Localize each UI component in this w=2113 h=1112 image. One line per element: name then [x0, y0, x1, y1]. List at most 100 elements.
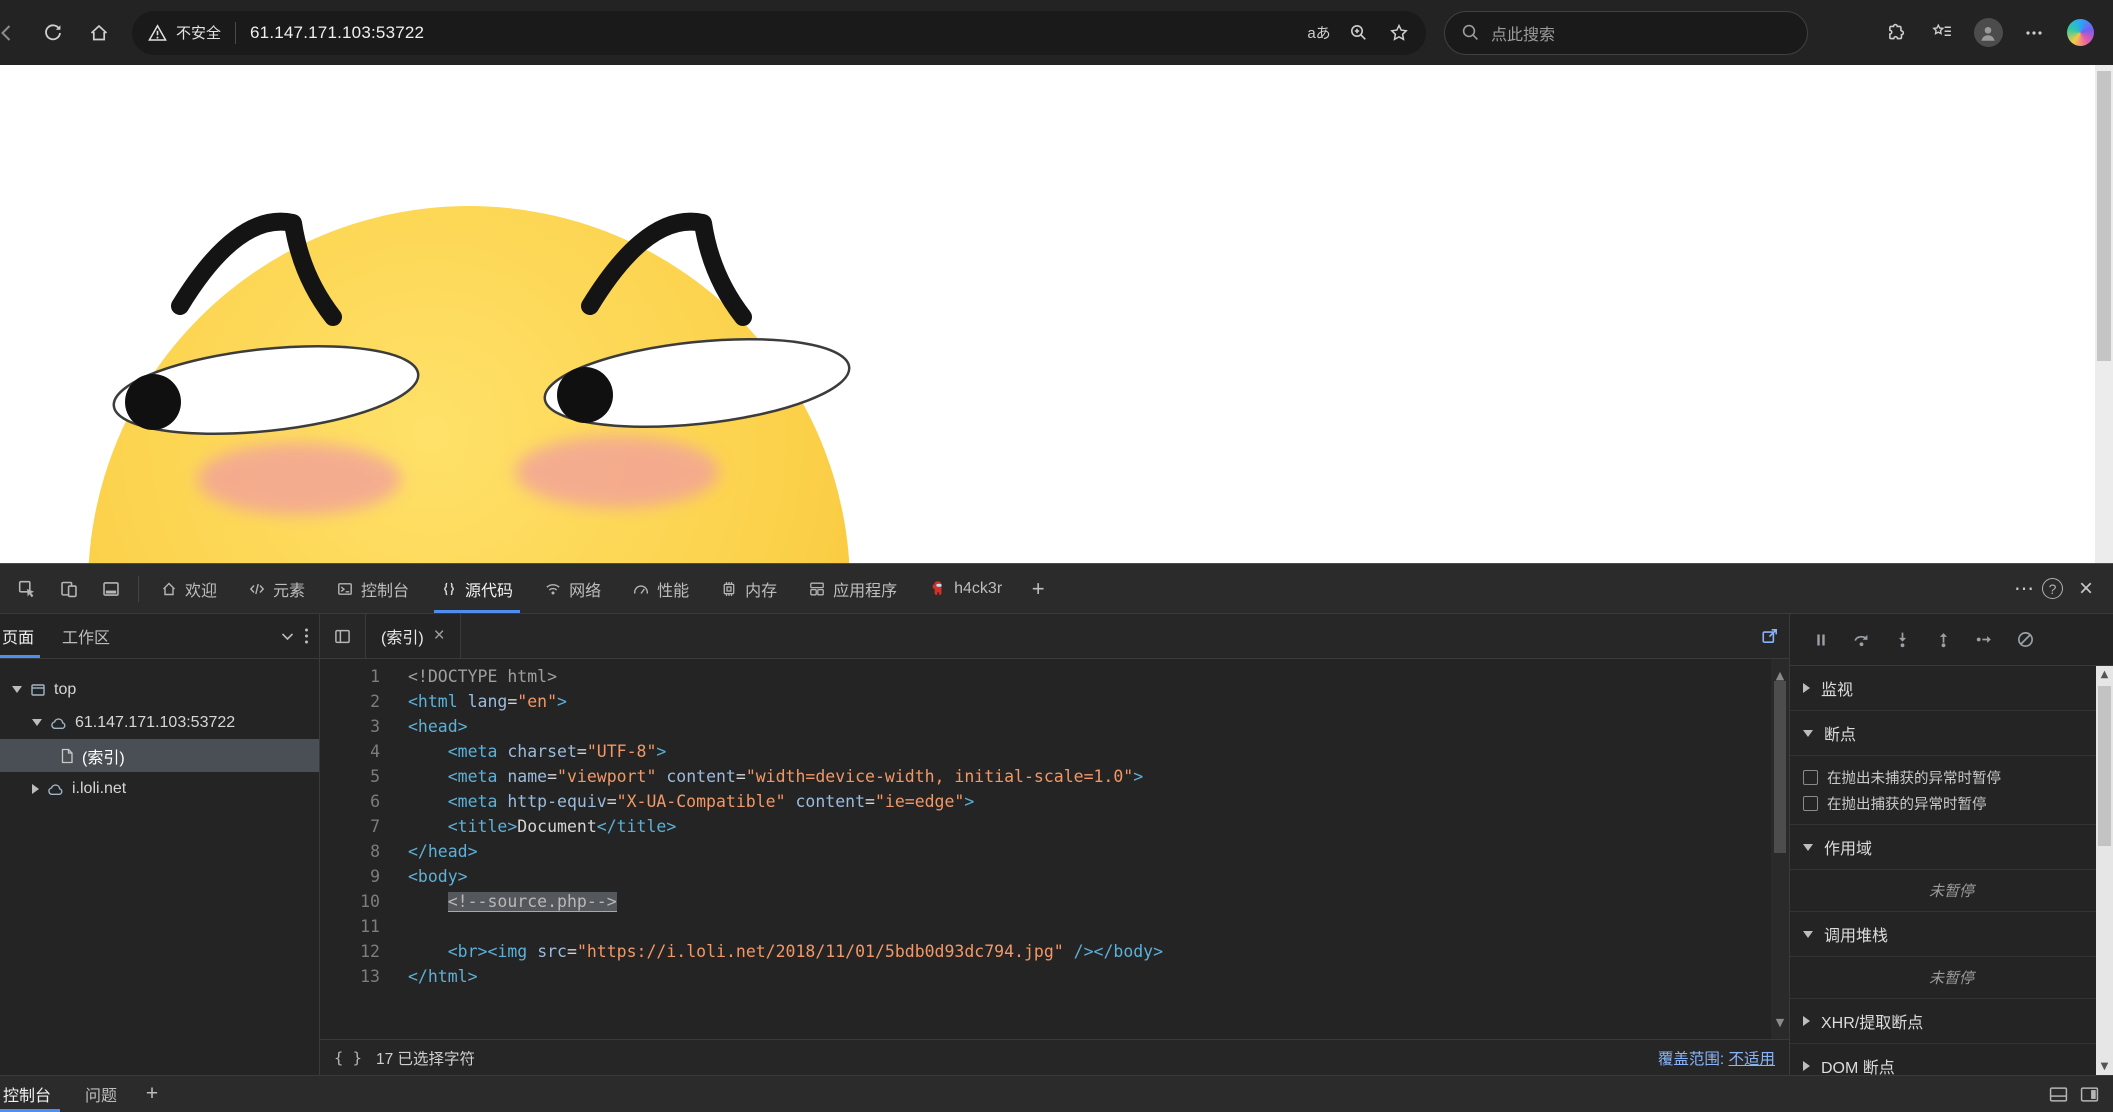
step-icon[interactable]	[1975, 630, 1994, 649]
home-button[interactable]	[76, 10, 122, 56]
code-line[interactable]	[408, 914, 1789, 939]
drawer-tab-console[interactable]: 控制台	[0, 1076, 68, 1112]
devtools-tab-elements[interactable]: 元素	[233, 564, 321, 613]
section-xhr-breakpoints[interactable]: XHR/提取断点	[1790, 999, 2113, 1044]
page-scrollbar[interactable]	[2095, 65, 2113, 563]
line-number[interactable]: 12	[320, 939, 380, 964]
checkbox[interactable]	[1803, 770, 1818, 785]
address-bar[interactable]: 不安全 61.147.171.103:53722 aあ	[132, 11, 1426, 55]
open-in-panel-icon[interactable]	[1761, 627, 1779, 645]
code-line[interactable]: <meta http-equiv="X-UA-Compatible" conte…	[408, 789, 1789, 814]
more-menu[interactable]	[2011, 10, 2057, 56]
back-button[interactable]	[0, 10, 30, 56]
code-line[interactable]: <html lang="en">	[408, 689, 1789, 714]
devtools-tab-network[interactable]: 网络	[529, 564, 617, 613]
section-dom-breakpoints[interactable]: DOM 断点	[1790, 1044, 2113, 1075]
refresh-button[interactable]	[30, 10, 76, 56]
expander-down-icon[interactable]	[12, 686, 22, 693]
devtools-tab-console[interactable]: 控制台	[321, 564, 425, 613]
code-line[interactable]: <title>Document</title>	[408, 814, 1789, 839]
zoom-icon[interactable]	[1340, 14, 1378, 52]
navigator-tab-page[interactable]: 页面	[0, 614, 48, 658]
devtools-close-button[interactable]: ×	[2069, 575, 2103, 603]
translate-icon[interactable]: aあ	[1300, 14, 1338, 52]
line-number[interactable]: 5	[320, 764, 380, 789]
close-tab-icon[interactable]: ×	[434, 625, 445, 647]
scroll-down-icon[interactable]: ▼	[1771, 1010, 1789, 1035]
kebab-menu-icon[interactable]	[304, 627, 309, 645]
navigator-toggle-icon[interactable]	[320, 614, 366, 658]
devtools-tab-welcome[interactable]: 欢迎	[145, 564, 233, 613]
editor-tab-index[interactable]: (索引) ×	[366, 614, 461, 658]
line-number[interactable]: 2	[320, 689, 380, 714]
line-number[interactable]: 13	[320, 964, 380, 989]
pause-script-icon[interactable]	[1812, 631, 1830, 649]
tree-item-top[interactable]: top	[0, 673, 319, 706]
editor-scrollbar-thumb[interactable]	[1774, 681, 1786, 853]
drawer-tab-issues[interactable]: 问题	[68, 1076, 134, 1112]
section-breakpoints[interactable]: 断点	[1790, 711, 2113, 756]
devtools-help-button[interactable]: ?	[2042, 578, 2063, 599]
line-number[interactable]: 3	[320, 714, 380, 739]
line-number[interactable]: 9	[320, 864, 380, 889]
copilot-icon[interactable]	[2057, 10, 2103, 56]
section-scope[interactable]: 作用域	[1790, 825, 2113, 870]
code-line[interactable]: <body>	[408, 864, 1789, 889]
drawer-dock-icon[interactable]	[2049, 1086, 2068, 1103]
devtools-more-menu[interactable]: ⋯	[2014, 576, 2036, 601]
devtools-tab-memory[interactable]: 内存	[705, 564, 793, 613]
profile-avatar[interactable]	[1965, 10, 2011, 56]
pretty-print-icon[interactable]: { }	[334, 1049, 362, 1067]
code-line[interactable]: <head>	[408, 714, 1789, 739]
tree-item-iloli[interactable]: i.loli.net	[0, 772, 319, 805]
code-line[interactable]: <meta charset="UTF-8">	[408, 739, 1789, 764]
not-secure-warning-icon[interactable]	[148, 24, 167, 42]
line-number[interactable]: 7	[320, 814, 380, 839]
section-watch[interactable]: 监视	[1790, 666, 2113, 711]
section-callstack[interactable]: 调用堆栈	[1790, 912, 2113, 957]
deactivate-breakpoints-icon[interactable]	[2016, 630, 2035, 649]
tree-item-index-file[interactable]: (索引)	[0, 739, 319, 772]
expander-right-icon[interactable]	[32, 784, 39, 794]
add-devtools-tab-button[interactable]: +	[1018, 564, 1058, 613]
breakpoint-uncaught-exceptions[interactable]: 在抛出未捕获的异常时暂停	[1790, 764, 2113, 790]
code-line[interactable]: </html>	[408, 964, 1789, 989]
page-scrollbar-thumb[interactable]	[2097, 71, 2111, 361]
chevron-down-icon[interactable]	[281, 632, 294, 641]
line-number[interactable]: 8	[320, 839, 380, 864]
line-number[interactable]: 4	[320, 739, 380, 764]
dock-side-icon[interactable]	[90, 568, 132, 610]
line-number[interactable]: 11	[320, 914, 380, 939]
devtools-tab-h4ck3r[interactable]: h4ck3r	[913, 564, 1018, 613]
coverage-link[interactable]: 不适用	[1728, 1051, 1775, 1068]
drawer-sidebar-icon[interactable]	[2080, 1086, 2099, 1103]
step-into-icon[interactable]	[1893, 630, 1912, 649]
code-line[interactable]: <br><img src="https://i.loli.net/2018/11…	[408, 939, 1789, 964]
favorite-star-icon[interactable]	[1380, 14, 1418, 52]
inspect-element-icon[interactable]	[6, 568, 48, 610]
devtools-tab-performance[interactable]: 性能	[617, 564, 705, 613]
search-box[interactable]: 点此搜索	[1444, 11, 1808, 55]
step-over-icon[interactable]	[1852, 630, 1871, 649]
debugger-scrollbar-thumb[interactable]	[2098, 686, 2111, 846]
code-line[interactable]: <meta name="viewport" content="width=dev…	[408, 764, 1789, 789]
tree-item-domain[interactable]: 61.147.171.103:53722	[0, 706, 319, 739]
code-line[interactable]: <!--source.php-->	[408, 889, 1789, 914]
line-number[interactable]: 10	[320, 889, 380, 914]
expander-down-icon[interactable]	[32, 719, 42, 726]
line-number[interactable]: 6	[320, 789, 380, 814]
navigator-tab-workspace[interactable]: 工作区	[48, 614, 124, 658]
scroll-up-icon[interactable]: ▲	[2096, 669, 2113, 680]
devtools-tab-sources[interactable]: 源代码	[425, 564, 529, 613]
scroll-down-icon[interactable]: ▼	[2096, 1061, 2113, 1072]
line-number[interactable]: 1	[320, 664, 380, 689]
add-drawer-tab-button[interactable]: +	[134, 1082, 170, 1106]
code-editor[interactable]: 12345678910111213 <!DOCTYPE html><html l…	[320, 659, 1789, 1039]
editor-scrollbar[interactable]: ▲ ▼	[1771, 659, 1789, 1039]
code-line[interactable]: </head>	[408, 839, 1789, 864]
devtools-tab-application[interactable]: 应用程序	[793, 564, 913, 613]
extensions-icon[interactable]	[1873, 10, 1919, 56]
breakpoint-caught-exceptions[interactable]: 在抛出捕获的异常时暂停	[1790, 790, 2113, 816]
device-toolbar-icon[interactable]	[48, 568, 90, 610]
code-line[interactable]: <!DOCTYPE html>	[408, 664, 1789, 689]
